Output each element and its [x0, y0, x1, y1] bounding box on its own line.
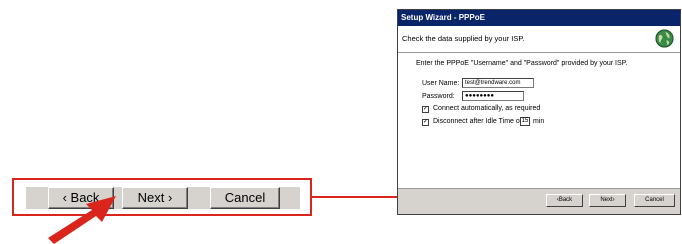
cancel-button[interactable]: Cancel	[210, 187, 280, 209]
dialog-header: Check the data supplied by your ISP.	[398, 26, 680, 53]
connect-auto-label: Connect automatically, as required	[433, 105, 541, 112]
disconnect-idle-label: Disconnect after Idle Time of	[433, 118, 522, 125]
dialog-titlebar: Setup Wizard - PPPoE	[398, 10, 680, 26]
globe-icon	[655, 29, 674, 48]
username-label: User Name:	[422, 80, 460, 87]
header-text: Check the data supplied by your ISP.	[402, 34, 525, 43]
dialog-back-button[interactable]: ‹Back	[546, 194, 583, 207]
setup-wizard-dialog: Setup Wizard - PPPoE Check the data supp…	[397, 9, 681, 215]
password-label: Password:	[422, 93, 455, 100]
idle-unit-label: min	[533, 118, 545, 125]
password-field[interactable]: ●●●●●●●●	[462, 91, 524, 101]
username-field[interactable]: test@trendware.com	[462, 78, 534, 88]
connect-auto-checkbox[interactable]: ✓	[422, 106, 429, 113]
footer-divider	[398, 188, 680, 189]
next-button[interactable]: Next ›	[122, 187, 188, 209]
dialog-next-button[interactable]: Next›	[589, 194, 626, 207]
disconnect-idle-checkbox[interactable]: ✓	[422, 119, 429, 126]
arrow-pointer-icon	[48, 196, 116, 244]
dialog-cancel-button[interactable]: Cancel	[634, 194, 675, 207]
instructions-text: Enter the PPPoE "Username" and "Password…	[416, 60, 628, 67]
idle-time-field[interactable]: 15	[520, 117, 530, 126]
dialog-body: Enter the PPPoE "Username" and "Password…	[398, 53, 680, 188]
